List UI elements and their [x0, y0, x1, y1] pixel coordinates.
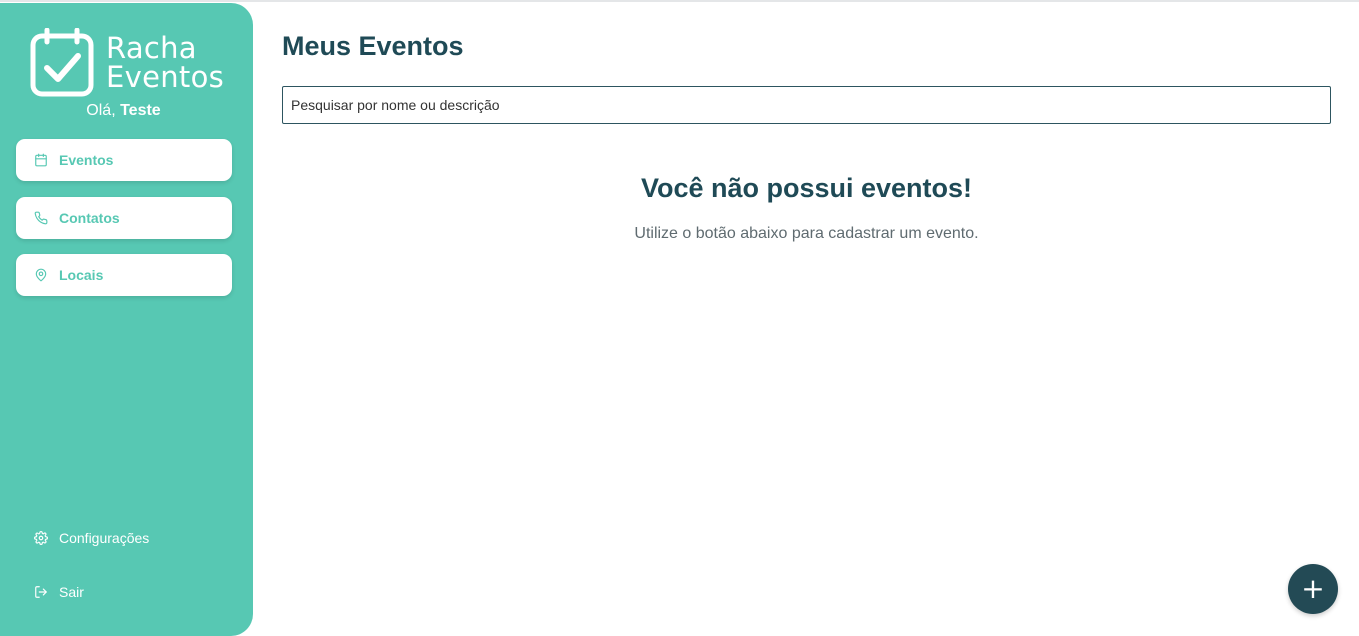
logout-link[interactable]: Sair: [34, 582, 84, 602]
brand-logo: Racha Eventos: [30, 28, 230, 98]
settings-label: Configurações: [59, 530, 150, 546]
sidebar-item-eventos[interactable]: Eventos: [16, 139, 232, 181]
logout-label: Sair: [59, 584, 84, 600]
empty-state-title: Você não possui eventos!: [640, 173, 973, 203]
page-title: Meus Eventos: [282, 31, 464, 61]
brand-line1: Racha: [106, 31, 197, 65]
user-greeting: Olá, Teste: [0, 102, 247, 120]
calendar-check-icon: [30, 28, 94, 97]
sidebar-item-label: Eventos: [59, 152, 114, 168]
top-divider: [0, 0, 1359, 2]
search-input[interactable]: [282, 86, 1331, 124]
add-event-button[interactable]: +: [1288, 564, 1338, 614]
map-pin-icon: [34, 268, 48, 282]
sidebar-item-contatos[interactable]: Contatos: [16, 197, 232, 239]
settings-link[interactable]: Configurações: [34, 528, 149, 548]
greeting-prefix: Olá,: [86, 102, 121, 119]
sidebar: Racha Eventos Olá, Teste Eventos Contato…: [0, 3, 253, 636]
plus-icon: +: [1301, 572, 1325, 605]
phone-icon: [34, 211, 48, 225]
empty-state-subtitle: Utilize o botão abaixo para cadastrar um…: [634, 225, 979, 242]
gear-icon: [34, 531, 48, 545]
sidebar-item-locais[interactable]: Locais: [16, 254, 232, 296]
brand-name: Racha Eventos: [106, 34, 224, 92]
sidebar-item-label: Locais: [59, 267, 104, 283]
greeting-user: Teste: [120, 102, 161, 119]
logout-icon: [34, 585, 48, 599]
sidebar-item-label: Contatos: [59, 210, 120, 226]
calendar-icon: [34, 153, 48, 167]
brand-line2: Eventos: [106, 60, 225, 94]
